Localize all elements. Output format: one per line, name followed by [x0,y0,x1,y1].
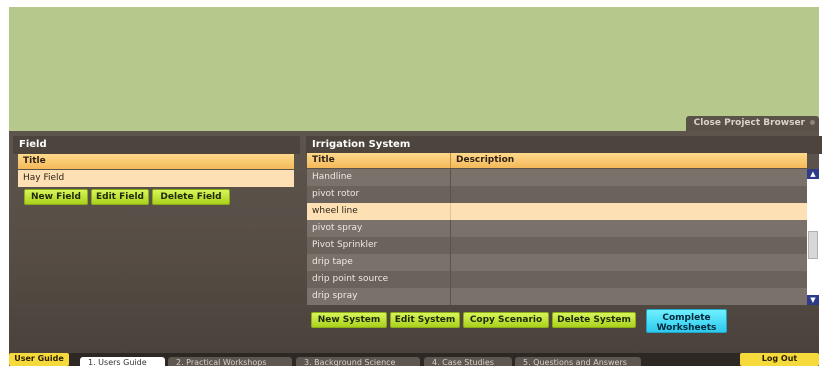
irrigation-panel-title: Irrigation System [306,136,822,154]
delete-field-button[interactable]: Delete Field [152,189,230,205]
irrigation-row-title: drip point source [312,274,389,284]
table-row[interactable]: pivot rotor [307,186,807,203]
field-table-header: Title [18,154,294,169]
irrigation-table-header: Title Description [307,153,807,168]
map-view[interactable]: Close Project Browser [9,7,819,131]
scroll-down-arrow-icon[interactable]: ▼ [807,295,819,305]
irrigation-row-description [450,186,456,203]
complete-worksheets-button[interactable]: Complete Worksheets [646,309,727,333]
edit-system-button[interactable]: Edit System [390,312,460,328]
irrigation-row-description [450,288,456,305]
field-column-title: Title [23,156,46,166]
complete-worksheets-label-line2: Worksheets [656,323,717,333]
new-field-button[interactable]: New Field [24,189,88,205]
table-row[interactable]: drip spray [307,288,807,305]
irrigation-row-title: pivot rotor [312,189,360,199]
irrigation-column-title: Title [312,155,335,165]
irrigation-row-title: pivot spray [312,223,363,233]
tab-practical-workshops[interactable]: 2. Practical Workshops [168,357,292,366]
tab-users-guide[interactable]: 1. Users Guide [80,357,165,366]
tab-background-science[interactable]: 3. Background Science [296,357,420,366]
pin-icon [810,120,815,125]
tab-questions-and-answers[interactable]: 5. Questions and Answers [515,357,641,366]
copy-scenario-button[interactable]: Copy Scenario [463,312,549,328]
table-row[interactable]: drip point source [307,271,807,288]
irrigation-row-description [450,203,456,220]
tab-case-studies[interactable]: 4. Case Studies [424,357,512,366]
close-project-browser-label: Close Project Browser [693,118,805,128]
delete-system-button[interactable]: Delete System [552,312,636,328]
scroll-up-arrow-icon[interactable]: ▲ [807,169,819,179]
irrigation-row-description [450,271,456,288]
field-panel-title: Field [13,136,300,154]
irrigation-row-title: drip tape [312,257,353,267]
irrigation-row-description [450,220,456,237]
log-out-button[interactable]: Log Out [740,353,819,366]
close-project-browser-button[interactable]: Close Project Browser [685,116,819,131]
field-row-title: Hay Field [23,173,65,183]
table-row[interactable]: Hay Field [18,170,294,187]
table-row[interactable]: pivot spray [307,220,807,237]
user-guide-button[interactable]: User Guide [9,353,69,366]
irrigation-row-description [450,237,456,254]
irrigation-row-title: wheel line [312,206,358,216]
table-row[interactable]: Handline [307,169,807,186]
irrigation-column-description: Description [450,153,514,168]
irrigation-row-description [450,169,456,186]
table-row[interactable]: drip tape [307,254,807,271]
irrigation-row-title: Pivot Sprinkler [312,240,378,250]
project-browser: Close Project Browser Field Title Hay Fi… [0,0,828,366]
irrigation-row-title: Handline [312,172,352,182]
irrigation-row-description [450,254,456,271]
scroll-thumb[interactable] [808,231,818,259]
irrigation-scrollbar[interactable]: ▲ ▼ [807,169,819,305]
complete-worksheets-label-line1: Complete [662,313,711,323]
new-system-button[interactable]: New System [311,312,387,328]
workspace: Field Title Hay Field New Field Edit Fie… [9,131,822,353]
table-row[interactable]: wheel line [307,203,807,220]
edit-field-button[interactable]: Edit Field [91,189,149,205]
table-row[interactable]: Pivot Sprinkler [307,237,807,254]
irrigation-row-title: drip spray [312,291,358,301]
